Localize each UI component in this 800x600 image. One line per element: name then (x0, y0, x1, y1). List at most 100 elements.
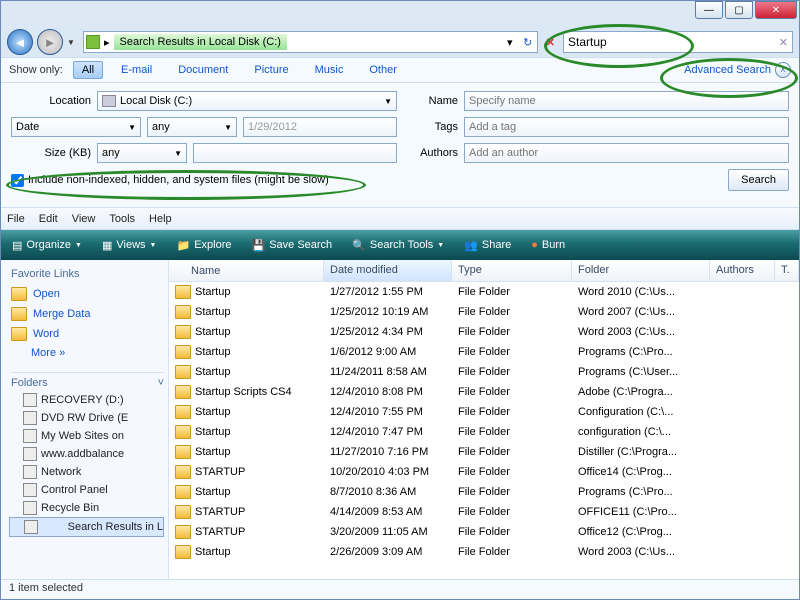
filter-document[interactable]: Document (170, 62, 236, 78)
history-dropdown[interactable]: ▼ (67, 38, 79, 47)
address-chevron[interactable]: ▸ (104, 36, 110, 49)
location-value: Local Disk (C:) (120, 95, 192, 107)
date-rel-value: any (152, 121, 170, 133)
menu-view[interactable]: View (72, 213, 96, 225)
col-name[interactable]: Name (169, 260, 324, 281)
fav-open[interactable]: Open (9, 284, 164, 304)
size-value-field[interactable] (193, 143, 397, 163)
menu-file[interactable]: File (7, 213, 25, 225)
tags-field[interactable] (464, 117, 789, 137)
organize-icon: ▤ (12, 239, 22, 252)
explorer-window: — ▢ ✕ ◄ ► ▼ ▸ Search Results in Local Di… (0, 0, 800, 600)
tree-item[interactable]: Control Panel (9, 481, 164, 499)
tree-item[interactable]: RECOVERY (D:) (9, 391, 164, 409)
authors-label: Authors (403, 147, 458, 159)
cmd-burn[interactable]: ●Burn (526, 237, 570, 253)
maximize-button[interactable]: ▢ (725, 1, 753, 19)
cmd-explore[interactable]: 📁Explore (171, 237, 236, 254)
date-relation-select[interactable]: any▼ (147, 117, 237, 137)
fav-more[interactable]: More » (9, 344, 164, 362)
chevron-up-icon: ˄ (775, 62, 791, 78)
fav-merge-data[interactable]: Merge Data (9, 304, 164, 324)
include-nonindexed-checkbox[interactable]: Include non-indexed, hidden, and system … (11, 174, 329, 187)
col-folder[interactable]: Folder (572, 260, 710, 281)
col-authors[interactable]: Authors (710, 260, 775, 281)
date-type-select[interactable]: Date▼ (11, 117, 141, 137)
cmd-share[interactable]: 👥Share (459, 237, 516, 254)
filter-picture[interactable]: Picture (246, 62, 296, 78)
folder-icon (175, 485, 191, 499)
name-input[interactable] (469, 95, 784, 107)
sidebar: Favorite Links Open Merge Data Word More… (1, 260, 169, 579)
tree-icon (23, 393, 37, 407)
explore-icon: 📁 (176, 239, 190, 252)
name-field[interactable] (464, 91, 789, 111)
forward-button[interactable]: ► (37, 29, 63, 55)
search-box[interactable]: ✕ (563, 31, 793, 53)
results-list: Name Date modified Type Folder Authors T… (169, 260, 799, 579)
clear-search-icon[interactable]: ✕ (542, 36, 559, 49)
table-row[interactable]: Startup1/6/2012 9:00 AMFile FolderProgra… (169, 342, 799, 362)
size-value-input[interactable] (198, 147, 392, 159)
table-row[interactable]: STARTUP4/14/2009 8:53 AMFile FolderOFFIC… (169, 502, 799, 522)
fav-word[interactable]: Word (9, 324, 164, 344)
col-date[interactable]: Date modified (324, 260, 452, 281)
tree-item[interactable]: Network (9, 463, 164, 481)
filter-other[interactable]: Other (361, 62, 405, 78)
cmd-views[interactable]: ▦Views▼ (97, 237, 162, 254)
table-row[interactable]: Startup1/25/2012 4:34 PMFile FolderWord … (169, 322, 799, 342)
list-body[interactable]: Startup1/27/2012 1:55 PMFile FolderWord … (169, 282, 799, 579)
address-bar[interactable]: ▸ Search Results in Local Disk (C:) ▾ ↻ (83, 31, 538, 53)
filter-music[interactable]: Music (307, 62, 352, 78)
size-relation-select[interactable]: any▼ (97, 143, 187, 163)
table-row[interactable]: Startup12/4/2010 7:47 PMFile Folderconfi… (169, 422, 799, 442)
menu-tools[interactable]: Tools (109, 213, 135, 225)
filter-all[interactable]: All (73, 61, 103, 79)
table-row[interactable]: STARTUP10/20/2010 4:03 PMFile FolderOffi… (169, 462, 799, 482)
authors-field[interactable] (464, 143, 789, 163)
table-row[interactable]: Startup Scripts CS412/4/2010 8:08 PMFile… (169, 382, 799, 402)
drive-icon (102, 95, 116, 107)
col-type[interactable]: Type (452, 260, 572, 281)
close-button[interactable]: ✕ (755, 1, 797, 19)
menu-help[interactable]: Help (149, 213, 172, 225)
filter-email[interactable]: E-mail (113, 62, 160, 78)
cmd-save-search[interactable]: 💾Save Search (246, 237, 337, 254)
address-dropdown[interactable]: ▾ (503, 36, 517, 49)
tree-icon (23, 429, 37, 443)
table-row[interactable]: Startup1/25/2012 10:19 AMFile FolderWord… (169, 302, 799, 322)
table-row[interactable]: STARTUP3/20/2009 11:05 AMFile FolderOffi… (169, 522, 799, 542)
table-row[interactable]: Startup2/26/2009 3:09 AMFile FolderWord … (169, 542, 799, 562)
table-row[interactable]: Startup11/27/2010 7:16 PMFile FolderDist… (169, 442, 799, 462)
minimize-button[interactable]: — (695, 1, 723, 19)
location-select[interactable]: Local Disk (C:)▼ (97, 91, 397, 111)
table-row[interactable]: Startup11/24/2011 8:58 AMFile FolderProg… (169, 362, 799, 382)
authors-input[interactable] (469, 147, 784, 159)
tree-item[interactable]: DVD RW Drive (E (9, 409, 164, 427)
col-extra[interactable]: T. (775, 260, 799, 281)
clear-search-x[interactable]: ✕ (779, 36, 788, 49)
search-input[interactable] (568, 35, 779, 49)
tree-item[interactable]: www.addbalance (9, 445, 164, 463)
cmd-organize[interactable]: ▤Organize▼ (7, 237, 87, 254)
back-button[interactable]: ◄ (7, 29, 33, 55)
folder-icon (175, 465, 191, 479)
advanced-search-toggle[interactable]: Advanced Search ˄ (684, 62, 791, 78)
date-value-field[interactable] (243, 117, 397, 137)
refresh-icon[interactable]: ↻ (521, 36, 535, 49)
tree-icon (23, 411, 37, 425)
filter-row: Show only: All E-mail Document Picture M… (1, 57, 799, 83)
menu-edit[interactable]: Edit (39, 213, 58, 225)
table-row[interactable]: Startup1/27/2012 1:55 PMFile FolderWord … (169, 282, 799, 302)
table-row[interactable]: Startup8/7/2010 8:36 AMFile FolderProgra… (169, 482, 799, 502)
address-segment[interactable]: Search Results in Local Disk (C:) (114, 34, 287, 50)
folders-header[interactable]: Folders˅ (11, 372, 164, 389)
table-row[interactable]: Startup12/4/2010 7:55 PMFile FolderConfi… (169, 402, 799, 422)
tree-item[interactable]: Recycle Bin (9, 499, 164, 517)
tree-item[interactable]: Search Results in L (9, 517, 164, 537)
tags-input[interactable] (469, 121, 784, 133)
tree-item[interactable]: My Web Sites on (9, 427, 164, 445)
cmd-search-tools[interactable]: 🔍Search Tools▼ (347, 237, 449, 254)
search-button[interactable]: Search (728, 169, 789, 191)
include-checkbox-input[interactable] (11, 174, 24, 187)
